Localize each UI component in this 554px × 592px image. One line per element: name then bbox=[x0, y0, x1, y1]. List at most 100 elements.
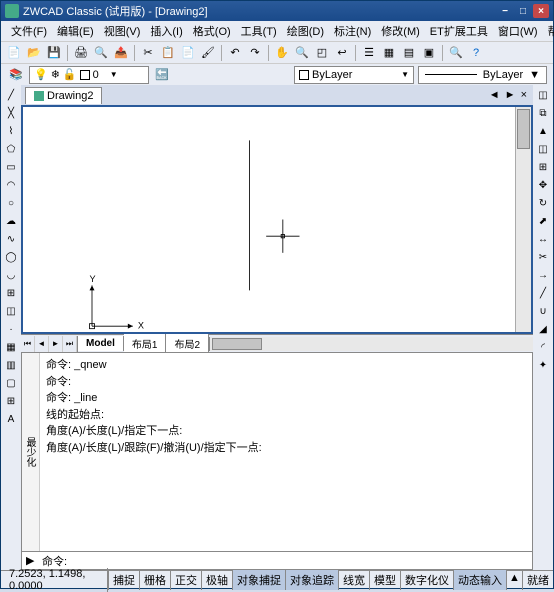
close-button[interactable]: × bbox=[533, 4, 549, 18]
gradient-tool[interactable]: ▥ bbox=[3, 357, 19, 373]
explode-tool[interactable]: ✦ bbox=[535, 357, 551, 373]
polyline-tool[interactable]: ⌇ bbox=[3, 123, 19, 139]
table-tool[interactable]: ⊞ bbox=[3, 393, 19, 409]
polar-toggle[interactable]: 极轴 bbox=[201, 570, 232, 590]
model-tab[interactable]: Model bbox=[78, 336, 124, 351]
snap-toggle[interactable]: 捕捉 bbox=[108, 570, 139, 590]
menu-insert[interactable]: 插入(I) bbox=[146, 21, 186, 41]
model-toggle[interactable]: 模型 bbox=[369, 570, 400, 590]
arc-tool[interactable]: ◠ bbox=[3, 177, 19, 193]
point-tool[interactable]: · bbox=[3, 321, 19, 337]
menu-ettools[interactable]: ET扩展工具 bbox=[426, 21, 492, 41]
menu-window[interactable]: 窗口(W) bbox=[494, 21, 542, 41]
horizontal-scrollbar[interactable] bbox=[209, 337, 533, 351]
linetype-select[interactable]: ByLayer ▼ bbox=[294, 66, 414, 84]
minimize-button[interactable]: − bbox=[497, 4, 513, 18]
vertical-scrollbar[interactable] bbox=[515, 107, 531, 332]
properties-button[interactable]: ☰ bbox=[360, 44, 378, 62]
zoomwin-button[interactable]: ◰ bbox=[313, 44, 331, 62]
new-button[interactable]: 📄 bbox=[5, 44, 23, 62]
menu-edit[interactable]: 编辑(E) bbox=[53, 21, 98, 41]
scale-tool[interactable]: ⬈ bbox=[535, 213, 551, 229]
expand-icon[interactable]: ▲ bbox=[506, 570, 522, 590]
layerprops-button[interactable]: 📚 bbox=[7, 66, 25, 84]
tab-prev[interactable]: ◄ bbox=[487, 87, 502, 103]
zoom-button[interactable]: 🔍 bbox=[293, 44, 311, 62]
move-tool[interactable]: ✥ bbox=[535, 177, 551, 193]
dyninput-toggle[interactable]: 动态输入 bbox=[453, 570, 506, 590]
trim-tool[interactable]: ✂ bbox=[535, 249, 551, 265]
copy-tool[interactable]: ⧉ bbox=[535, 105, 551, 121]
layout1-tab[interactable]: 布局1 bbox=[124, 334, 167, 353]
undo-button[interactable]: ↶ bbox=[226, 44, 244, 62]
polygon-tool[interactable]: ⬠ bbox=[3, 141, 19, 157]
zoomprev-button[interactable]: ↩ bbox=[333, 44, 351, 62]
menu-draw[interactable]: 绘图(D) bbox=[283, 21, 328, 41]
ortho-toggle[interactable]: 正交 bbox=[170, 570, 201, 590]
command-history-text[interactable]: 命令: _qnew 命令: 命令: _line 线的起始点: 角度(A)/长度(… bbox=[40, 353, 532, 551]
pan-button[interactable]: ✋ bbox=[273, 44, 291, 62]
tab-next[interactable]: ► bbox=[49, 336, 63, 352]
xline-tool[interactable]: ╳ bbox=[3, 105, 19, 121]
menu-tools[interactable]: 工具(T) bbox=[237, 21, 281, 41]
grid-toggle[interactable]: 栅格 bbox=[139, 570, 170, 590]
lineweight-toggle[interactable]: 线宽 bbox=[338, 570, 369, 590]
coordinates[interactable]: 7.2523, 1.1498, 0.0000 bbox=[1, 568, 108, 592]
linestyle-select[interactable]: ByLayer ▼ bbox=[418, 66, 547, 84]
otrack-toggle[interactable]: 对象追踪 bbox=[285, 570, 338, 590]
fillet-tool[interactable]: ◜ bbox=[535, 339, 551, 355]
rectangle-tool[interactable]: ▭ bbox=[3, 159, 19, 175]
osnap-toggle[interactable]: 对象捕捉 bbox=[232, 570, 285, 590]
makeblock-tool[interactable]: ◫ bbox=[3, 303, 19, 319]
preview-button[interactable]: 🔍 bbox=[92, 44, 110, 62]
array-tool[interactable]: ⊞ bbox=[535, 159, 551, 175]
block-tool[interactable]: ⊞ bbox=[3, 285, 19, 301]
open-button[interactable]: 📂 bbox=[25, 44, 43, 62]
tab-prev[interactable]: ◄ bbox=[35, 336, 49, 352]
menu-modify[interactable]: 修改(M) bbox=[377, 21, 424, 41]
menu-view[interactable]: 视图(V) bbox=[100, 21, 145, 41]
layer-select[interactable]: 💡 ❄ 🔓 0 ▼ bbox=[29, 66, 149, 84]
menu-file[interactable]: 文件(F) bbox=[7, 21, 51, 41]
ellipse-tool[interactable]: ◯ bbox=[3, 249, 19, 265]
toolpalette-button[interactable]: ▤ bbox=[400, 44, 418, 62]
tab-first[interactable]: ⏮ bbox=[21, 336, 35, 352]
line-tool[interactable]: ╱ bbox=[3, 87, 19, 103]
extend-tool[interactable]: → bbox=[535, 267, 551, 283]
circle-tool[interactable]: ○ bbox=[3, 195, 19, 211]
ellipsearc-tool[interactable]: ◡ bbox=[3, 267, 19, 283]
revcloud-tool[interactable]: ☁ bbox=[3, 213, 19, 229]
maximize-button[interactable]: □ bbox=[515, 4, 531, 18]
print-button[interactable]: 🖨 bbox=[72, 44, 90, 62]
digitizer-toggle[interactable]: 数字化仪 bbox=[400, 570, 453, 590]
publish-button[interactable]: 📤 bbox=[112, 44, 130, 62]
drawing-canvas[interactable]: X Y bbox=[21, 105, 533, 334]
drawing-tab[interactable]: Drawing2 bbox=[25, 87, 102, 104]
tab-last[interactable]: ⏭ bbox=[63, 336, 77, 352]
chamfer-tool[interactable]: ◢ bbox=[535, 321, 551, 337]
paste-button[interactable]: 📄 bbox=[179, 44, 197, 62]
region-tool[interactable]: ▢ bbox=[3, 375, 19, 391]
layerprev-button[interactable]: 🔙 bbox=[153, 66, 171, 84]
tab-close[interactable]: × bbox=[519, 87, 529, 103]
calc-button[interactable]: ▣ bbox=[420, 44, 438, 62]
rotate-tool[interactable]: ↻ bbox=[535, 195, 551, 211]
redo-button[interactable]: ↷ bbox=[246, 44, 264, 62]
cmd-panel-label[interactable]: 最少化 bbox=[22, 353, 40, 551]
break-tool[interactable]: ╱ bbox=[535, 285, 551, 301]
spline-tool[interactable]: ∿ bbox=[3, 231, 19, 247]
menu-help[interactable]: 帮助(H) bbox=[544, 21, 554, 41]
layout2-tab[interactable]: 布局2 bbox=[166, 334, 209, 353]
tab-next[interactable]: ► bbox=[503, 87, 518, 103]
erase-tool[interactable]: ◫ bbox=[535, 87, 551, 103]
matchprop-button[interactable]: 🖌 bbox=[199, 44, 217, 62]
offset-tool[interactable]: ◫ bbox=[535, 141, 551, 157]
designcenter-button[interactable]: ▦ bbox=[380, 44, 398, 62]
stretch-tool[interactable]: ↔ bbox=[535, 231, 551, 247]
save-button[interactable]: 💾 bbox=[45, 44, 63, 62]
hatch-tool[interactable]: ▦ bbox=[3, 339, 19, 355]
menu-format[interactable]: 格式(O) bbox=[189, 21, 235, 41]
menu-dimension[interactable]: 标注(N) bbox=[330, 21, 375, 41]
cut-button[interactable]: ✂ bbox=[139, 44, 157, 62]
text-tool[interactable]: A bbox=[3, 411, 19, 427]
